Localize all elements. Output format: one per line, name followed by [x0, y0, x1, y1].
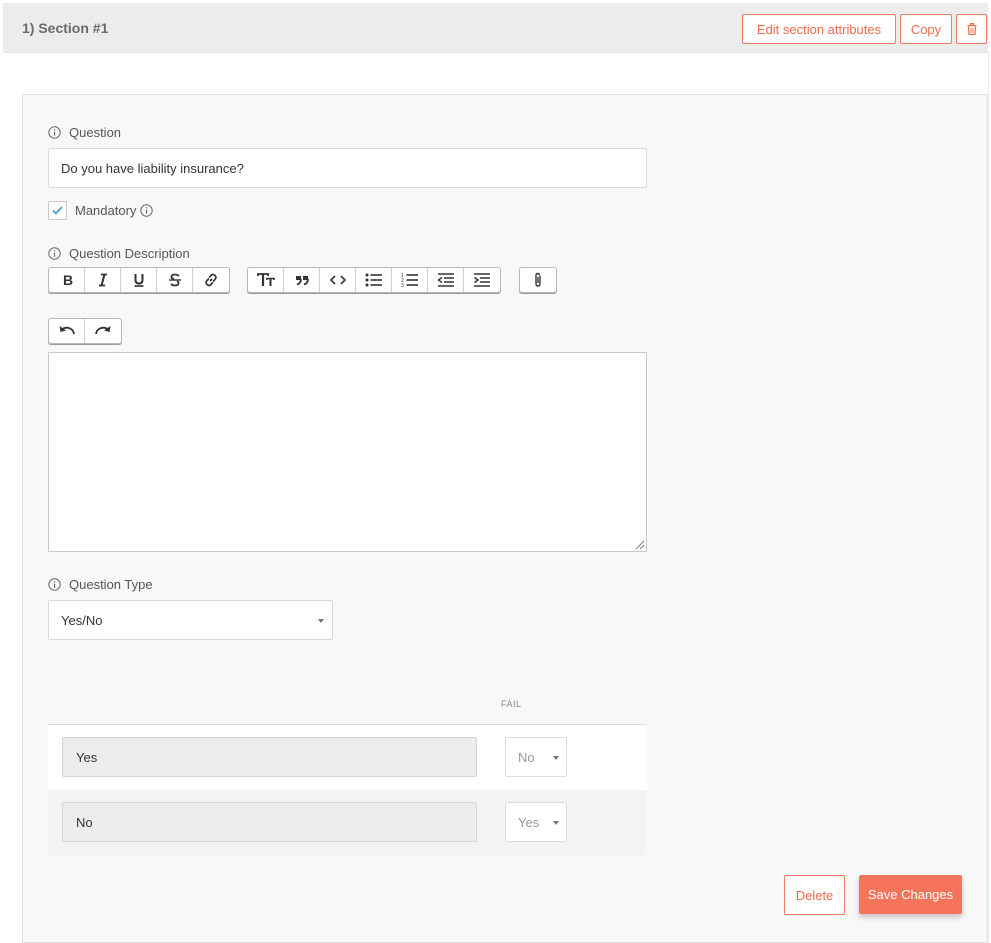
fail-column-header: FAIL [501, 699, 522, 709]
section-header: 1) Section #1 Edit section attributes Co… [3, 3, 988, 53]
question-type-select[interactable]: Yes/No [48, 600, 333, 640]
underline-button[interactable] [121, 268, 157, 292]
strikethrough-icon [168, 273, 181, 287]
svg-text:B: B [63, 273, 73, 287]
quote-button[interactable] [284, 268, 320, 292]
check-icon [52, 206, 63, 215]
code-icon [329, 275, 346, 285]
indent-icon [474, 273, 490, 287]
mandatory-label: Mandatory [75, 203, 137, 218]
outdent-button[interactable] [428, 268, 464, 292]
info-icon [48, 126, 61, 139]
description-textarea[interactable] [48, 352, 647, 552]
save-changes-button[interactable]: Save Changes [859, 875, 962, 914]
italic-button[interactable] [85, 268, 121, 292]
question-label: Question [69, 125, 122, 140]
divider [988, 53, 989, 943]
answer-row: Yes No [48, 725, 647, 790]
trash-icon [967, 23, 976, 35]
indent-button[interactable] [464, 268, 500, 292]
bold-icon: B [63, 273, 73, 287]
delete-section-button[interactable] [956, 14, 987, 44]
question-type-value: Yes/No [61, 612, 103, 628]
numbered-list-button[interactable]: 1 2 3 [392, 268, 428, 292]
fail-select[interactable]: Yes [505, 802, 567, 842]
fail-select-value: No [518, 749, 535, 765]
code-button[interactable] [320, 268, 356, 292]
fail-select-value: Yes [518, 814, 540, 830]
copy-section-button[interactable]: Copy [900, 14, 952, 44]
strikethrough-button[interactable] [157, 268, 193, 292]
question-input[interactable] [48, 148, 647, 188]
format-toolbar-text: B [48, 267, 230, 293]
underline-icon [134, 274, 143, 287]
redo-button[interactable] [85, 319, 121, 343]
fail-select[interactable]: No [505, 737, 567, 777]
mandatory-label-row: Mandatory [75, 203, 154, 218]
outdent-icon [436, 273, 454, 287]
heading-icon [256, 273, 275, 286]
caret-down-icon [318, 619, 324, 623]
answer-field: Yes [62, 737, 477, 777]
description-label-row: Question Description [48, 246, 190, 261]
heading-button[interactable] [248, 268, 284, 292]
attach-file-button[interactable] [520, 268, 556, 292]
info-icon [140, 204, 154, 217]
resize-handle-icon[interactable] [634, 539, 645, 550]
undo-icon [59, 326, 75, 335]
delete-question-button[interactable]: Delete [784, 875, 845, 915]
italic-icon [98, 273, 107, 287]
question-type-label-row: Question Type [48, 577, 153, 592]
description-label: Question Description [69, 246, 190, 261]
numbered-list-icon: 1 2 3 [401, 273, 418, 288]
undo-button[interactable] [49, 319, 85, 343]
question-label-row: Question [48, 125, 121, 140]
info-icon [48, 247, 61, 260]
link-icon [205, 273, 217, 287]
answer-field: No [62, 802, 477, 842]
mandatory-checkbox[interactable] [48, 201, 67, 220]
info-icon [48, 578, 61, 591]
format-toolbar-blocks: 1 2 3 [247, 267, 501, 293]
bold-button[interactable]: B [49, 268, 85, 292]
caret-down-icon [553, 756, 559, 760]
attachment-icon [535, 272, 541, 287]
answer-row: No Yes [48, 790, 647, 855]
edit-section-attributes-button[interactable]: Edit section attributes [742, 14, 896, 44]
caret-down-icon [553, 821, 559, 825]
svg-text:3: 3 [401, 283, 404, 288]
quote-icon [295, 276, 309, 286]
section-title: 1) Section #1 [22, 20, 109, 36]
format-toolbar-attach [519, 267, 557, 293]
bullet-list-button[interactable] [356, 268, 392, 292]
question-type-label: Question Type [69, 577, 153, 592]
redo-icon [95, 326, 111, 335]
bullet-list-icon [365, 273, 382, 287]
history-toolbar [48, 318, 122, 344]
link-button[interactable] [193, 268, 229, 292]
